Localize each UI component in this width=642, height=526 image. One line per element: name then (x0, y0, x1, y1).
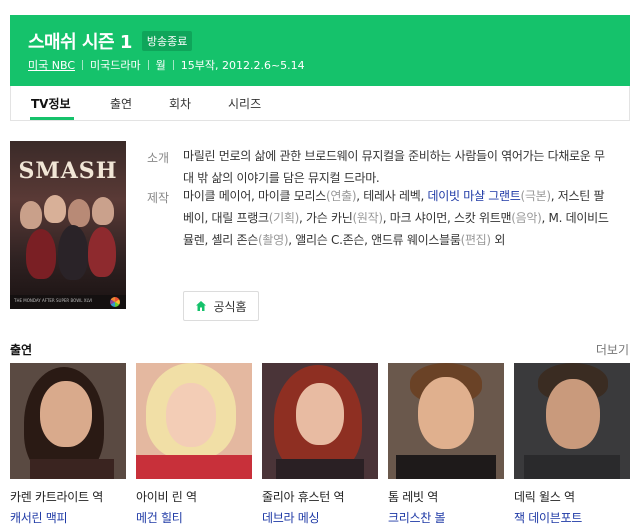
broadcast-day: 월 (155, 59, 166, 72)
production-credit-name: 앤드류 웨이스블룸 (371, 233, 461, 247)
cast-role: 톰 레빗 역 (388, 490, 438, 504)
cast-more-link[interactable]: 더보기 (596, 341, 629, 358)
production-credit-name: 마이클 모리스 (258, 189, 326, 203)
tab-series[interactable]: 시리즈 (228, 95, 261, 112)
network-link[interactable]: 미국 NBC (28, 57, 75, 73)
synopsis-label: 소개 (147, 151, 170, 165)
poster-image[interactable]: SMASH THE MONDAY AFTER SUPER BOWL XLVI (10, 141, 126, 309)
production-credit-role: (극본) (520, 189, 551, 203)
network-logo-icon (110, 297, 120, 307)
episode-info: 15부작, 2012.2.6~5.14 (180, 59, 305, 72)
status-badge: 방송종료 (141, 31, 193, 51)
cast-photo[interactable] (514, 363, 630, 479)
tab-tv-info[interactable]: TV정보 (31, 95, 71, 112)
cast-actor-link[interactable]: 메건 힐티 (136, 509, 252, 526)
cast-role: 카렌 카트라이트 역 (10, 490, 103, 504)
tab-bar: TV정보 출연 회차 시리즈 (10, 86, 630, 121)
cast-role: 줄리아 휴스턴 역 (262, 490, 345, 504)
poster-footer: THE MONDAY AFTER SUPER BOWL XLVI (10, 295, 126, 309)
cast-actor-link[interactable]: 잭 데이븐포트 (514, 509, 630, 526)
production-credits: 마이클 메이어, 마이클 모리스(연출), 테레사 레벡, 데이빗 마샬 그랜트… (183, 189, 609, 247)
genre-text: 미국드라마 (90, 59, 141, 72)
program-header: 스매쉬 시즌 1 방송종료 미국 NBC 미국드라마 월 15부작, 2012.… (10, 15, 630, 86)
divider (82, 60, 83, 70)
production-credit-role: (원작) (352, 211, 384, 225)
official-homepage-label: 공식홈 (213, 299, 247, 314)
tab-cast[interactable]: 출연 (110, 95, 132, 112)
cast-photo[interactable] (262, 363, 378, 479)
official-homepage-button[interactable]: 공식홈 (183, 291, 259, 321)
production-credit-name: 테레사 레벡 (363, 189, 421, 203)
synopsis-text: 마릴린 먼로의 삶에 관한 브로드웨이 뮤지컬을 준비하는 사람들이 엮어가는 … (183, 149, 605, 185)
cast-card[interactable]: 아이비 린 역 메건 힐티 (136, 363, 252, 526)
cast-actor-link[interactable]: 캐서린 맥피 (10, 509, 126, 526)
cast-card[interactable]: 데릭 윌스 역 잭 데이븐포트 (514, 363, 630, 526)
production-credit-name: 마크 샤이먼 (389, 211, 448, 225)
production-credit-name: 셸리 존슨 (211, 233, 259, 247)
poster-tagline: THE MONDAY AFTER SUPER BOWL XLVI (14, 298, 93, 303)
production-credit-name: 마이클 메이어 (183, 189, 251, 203)
production-credit-role: (음악) (511, 211, 542, 225)
production-credit-name: 대릴 프랭크 (211, 211, 270, 225)
production-credit-name[interactable]: 데이빗 마샬 그랜트 (428, 189, 521, 203)
program-meta: 미국 NBC 미국드라마 월 15부작, 2012.2.6~5.14 (28, 57, 305, 73)
divider (172, 60, 174, 70)
production-credit-name: 앨리슨 C.존슨 (295, 233, 365, 247)
production-credit-role: (편집) (460, 233, 492, 247)
production-credit-role: (연출) (325, 189, 357, 203)
cast-actor-link[interactable]: 데브라 메싱 (262, 509, 378, 526)
production-credit-role: (촬영) (258, 233, 289, 247)
cast-photo[interactable] (136, 363, 252, 479)
production-suffix: 외 (494, 233, 506, 247)
cast-actor-link[interactable]: 크리스찬 볼 (388, 509, 504, 526)
tab-episodes[interactable]: 회차 (169, 95, 191, 112)
cast-photo[interactable] (10, 363, 126, 479)
cast-card[interactable]: 줄리아 휴스턴 역 데브라 메싱 (262, 363, 378, 526)
cast-photo[interactable] (388, 363, 504, 479)
program-title[interactable]: 스매쉬 시즌 1 (28, 28, 132, 54)
poster-title: SMASH (18, 158, 118, 184)
production-credit-role: (기획) (268, 211, 300, 225)
cast-card[interactable]: 카렌 카트라이트 역 캐서린 맥피 (10, 363, 126, 526)
cast-role: 데릭 윌스 역 (514, 490, 575, 504)
active-tab-indicator (30, 117, 74, 120)
home-icon (196, 301, 207, 311)
cast-role: 아이비 린 역 (136, 490, 197, 504)
poster-cast-art (16, 193, 120, 293)
production-label: 제작 (147, 191, 170, 205)
production-credit-name: 스캇 위트맨 (454, 211, 512, 225)
cast-section-title: 출연 (10, 343, 33, 357)
production-credit-name: 가슨 카닌 (306, 211, 353, 225)
divider (147, 60, 149, 70)
cast-card[interactable]: 톰 레빗 역 크리스찬 볼 (388, 363, 504, 526)
